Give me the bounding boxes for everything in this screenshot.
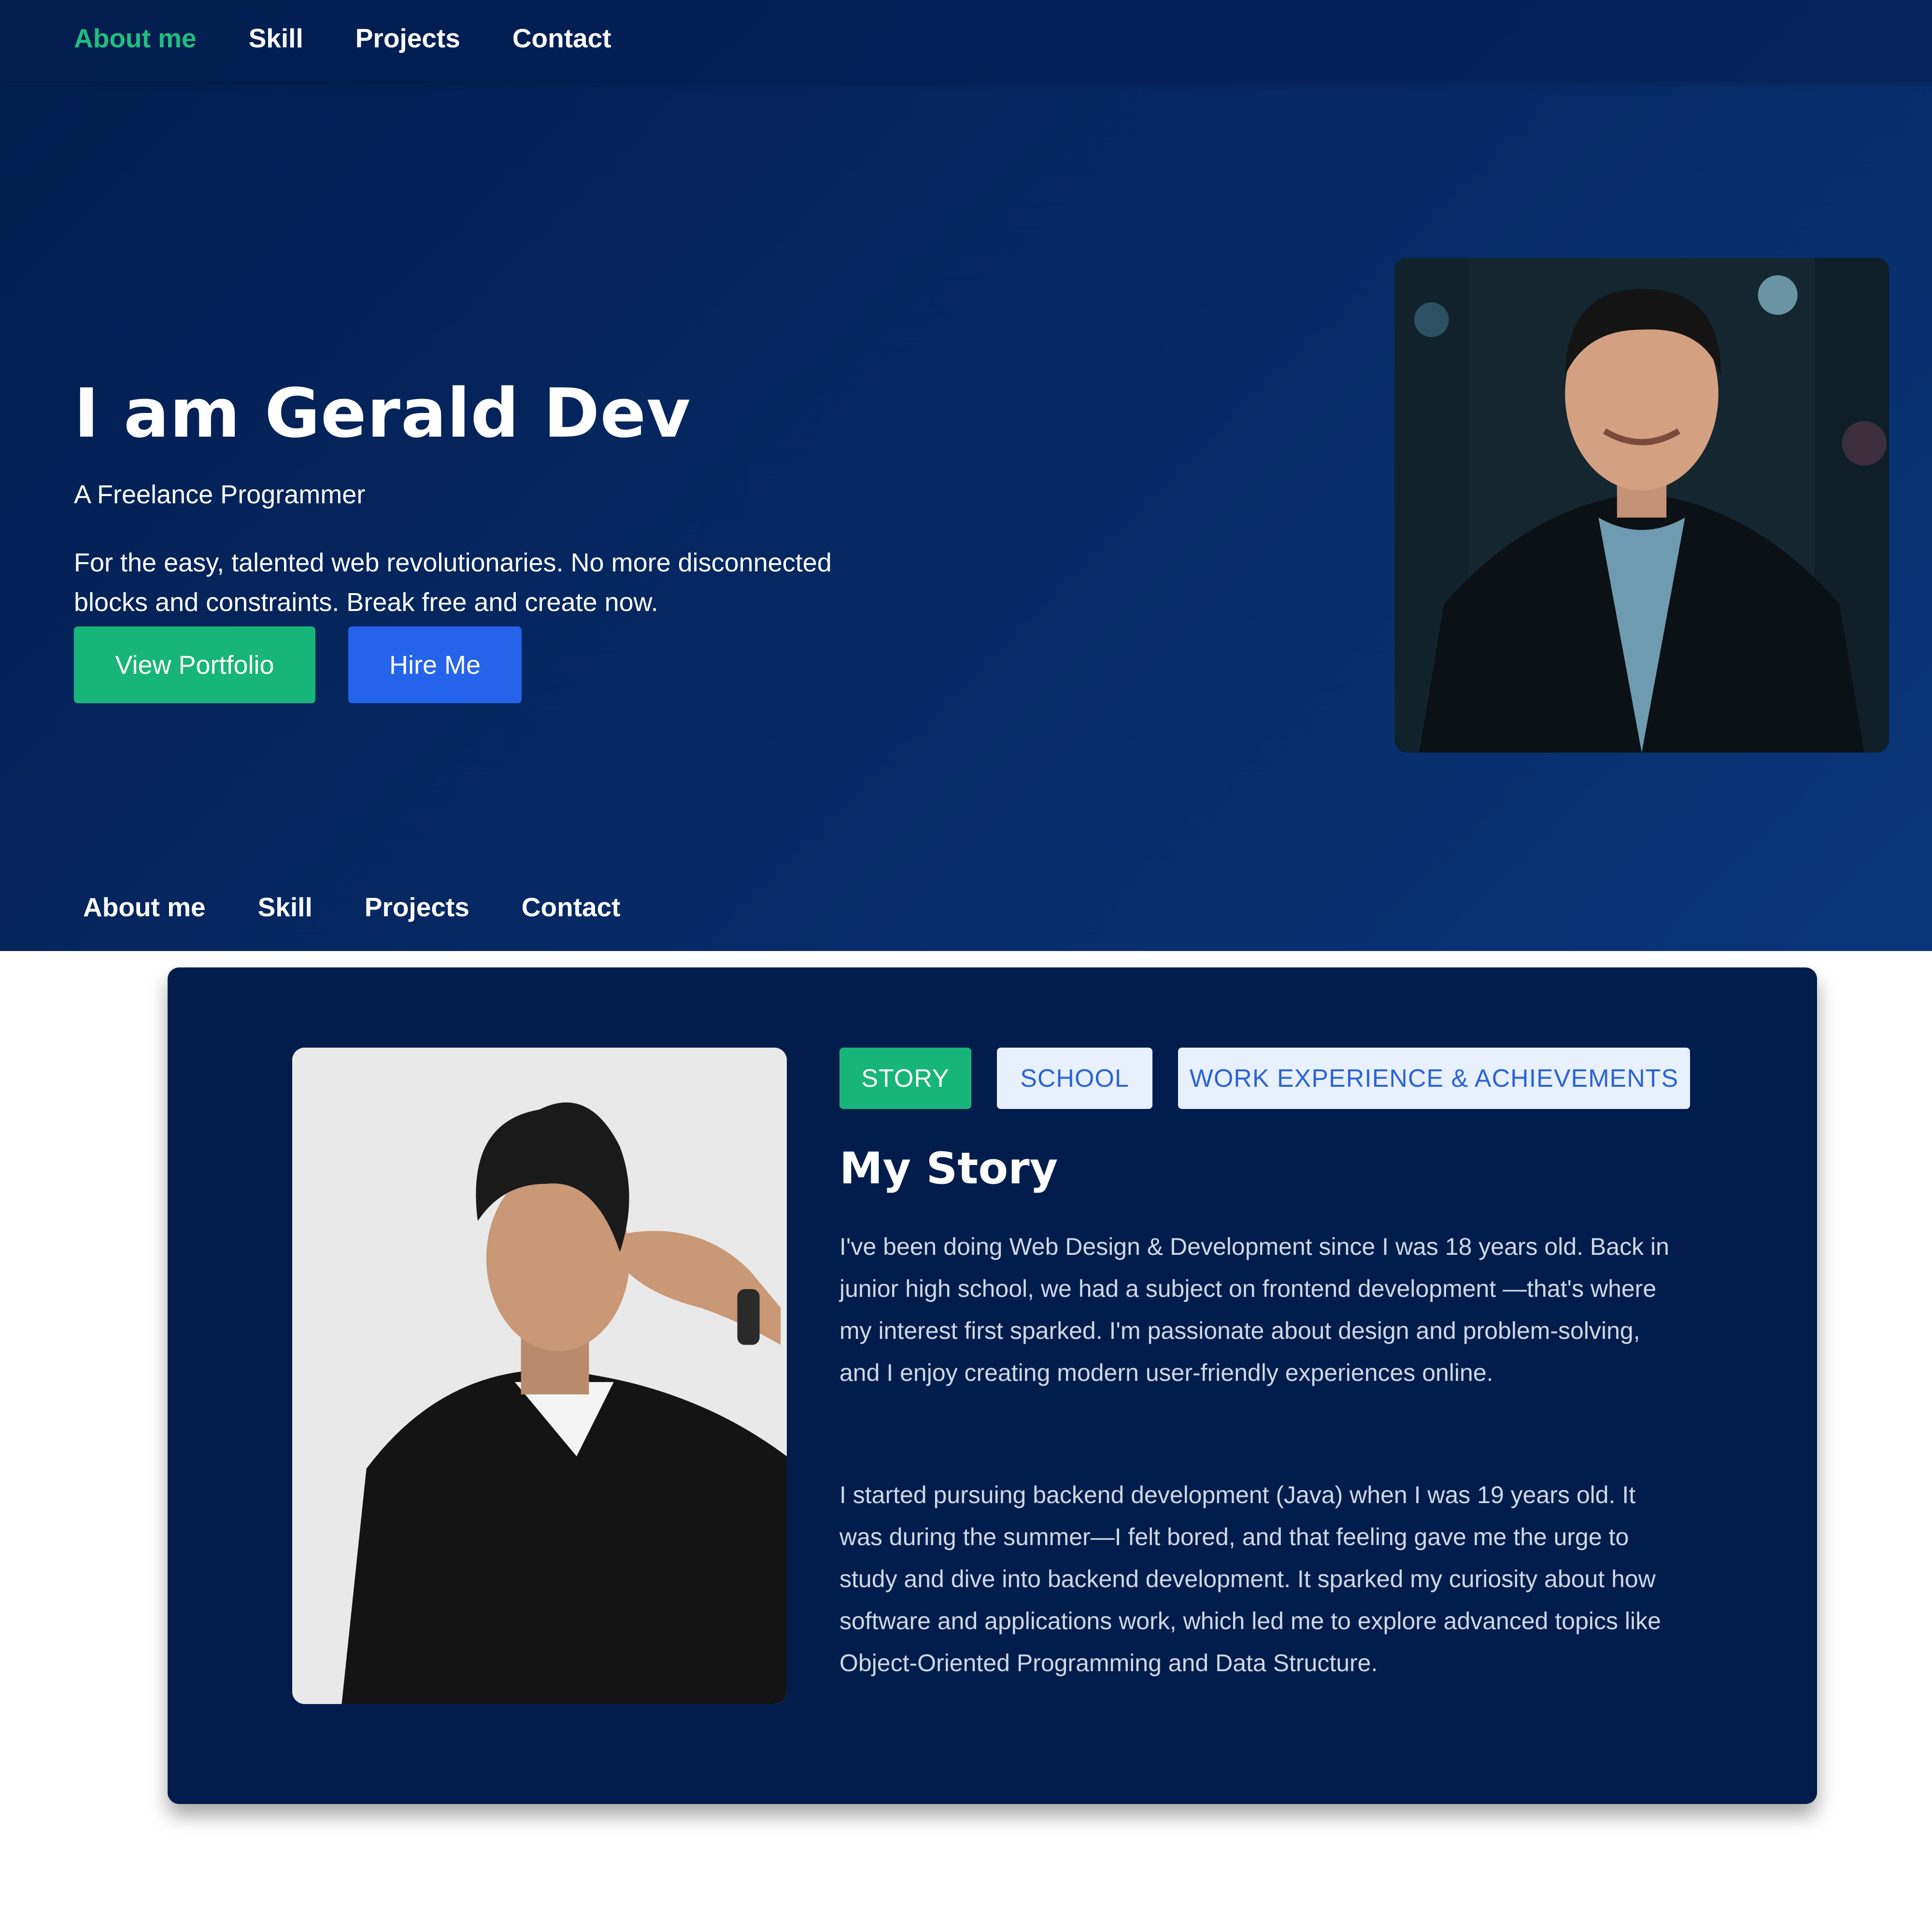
profile-photo — [1394, 258, 1889, 753]
section-nav-projects[interactable]: Projects — [365, 892, 469, 923]
nav-link-projects[interactable]: Projects — [355, 23, 460, 54]
profile-photo-illustration — [1394, 258, 1889, 753]
nav-link-skill[interactable]: Skill — [249, 23, 303, 54]
section-nav-skill[interactable]: Skill — [258, 892, 313, 923]
hero-section: About me Skill Projects Contact I am Ger… — [0, 0, 1932, 951]
story-paragraph: I've been doing Web Design & Development… — [839, 1233, 1669, 1386]
tab-school[interactable]: SCHOOL — [997, 1048, 1152, 1109]
hire-me-button[interactable]: Hire Me — [348, 626, 522, 703]
story-title: My Story — [839, 1143, 1058, 1194]
section-nav-links: About me Skill Projects Contact — [83, 892, 673, 923]
nav-link-about[interactable]: About me — [74, 23, 197, 54]
about-photo — [292, 1048, 787, 1704]
top-navbar: About me Skill Projects Contact — [0, 0, 1932, 81]
tab-work-experience[interactable]: WORK EXPERIENCE & ACHIEVEMENTS — [1178, 1048, 1690, 1109]
nav-link-contact[interactable]: Contact — [512, 23, 611, 54]
view-portfolio-button[interactable]: View Portfolio — [74, 626, 315, 703]
section-nav-contact[interactable]: Contact — [522, 892, 621, 923]
about-photo-illustration — [292, 1048, 787, 1704]
hero-title: I am Gerald Dev — [74, 374, 691, 453]
hero-description: For the easy, talented web revolutionari… — [74, 548, 832, 617]
story-paragraph: I started pursuing backend development (… — [839, 1481, 1661, 1676]
tab-story[interactable]: STORY — [839, 1048, 971, 1109]
about-tabs: STORY SCHOOL WORK EXPERIENCE & ACHIEVEME… — [839, 1048, 1716, 1109]
section-nav-about[interactable]: About me — [83, 892, 206, 923]
hero-subtitle: A Freelance Programmer — [74, 480, 366, 509]
top-nav-links: About me Skill Projects Contact — [74, 23, 664, 54]
